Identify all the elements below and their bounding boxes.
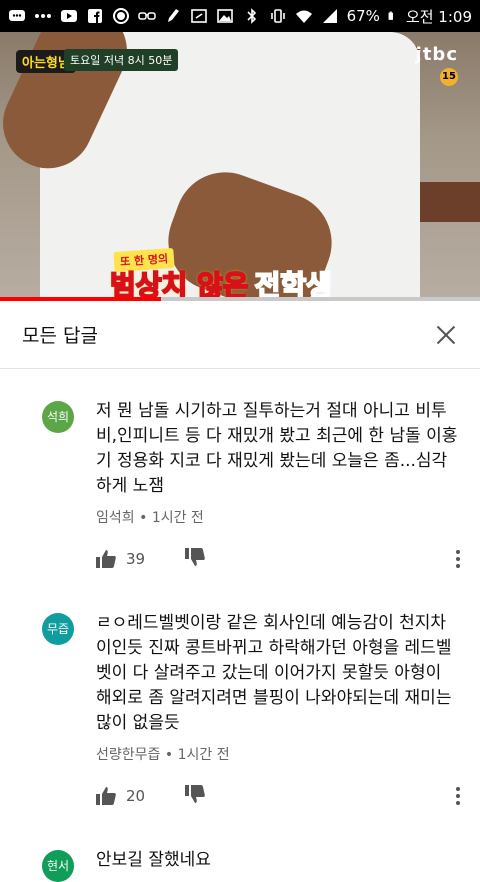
avatar[interactable]: 현서 bbox=[42, 850, 74, 882]
signal-icon bbox=[322, 9, 337, 23]
more-options-icon[interactable] bbox=[456, 550, 460, 568]
wifi-icon bbox=[295, 10, 312, 23]
comment-text: ㄹㅇ레드벨벳이랑 같은 회사인데 예능감이 천지차이인듯 진짜 콩트바뀌고 하락… bbox=[96, 613, 452, 733]
thumb-down-icon bbox=[185, 548, 205, 566]
bluetooth-icon bbox=[247, 8, 256, 24]
dislike-button[interactable] bbox=[185, 785, 205, 807]
facebook-icon bbox=[88, 9, 102, 23]
comment-time: 1시간 전 bbox=[177, 747, 230, 763]
like-button[interactable]: 20 bbox=[96, 787, 145, 805]
comment-text: 저 뭔 남돌 시기하고 질투하는거 절대 아니고 비투비,인피니트 등 다 재밌… bbox=[96, 401, 458, 496]
chat-icon bbox=[9, 10, 25, 21]
battery-percent: 67% bbox=[346, 7, 380, 25]
comment-item: 석희 저 뭔 남돌 시기하고 질투하는거 절대 아니고 비투비,인피니트 등 다 … bbox=[0, 369, 480, 581]
like-count: 20 bbox=[126, 787, 146, 805]
thumb-up-icon bbox=[96, 550, 116, 568]
replies-header: 모든 답글 bbox=[0, 301, 480, 369]
clock: 오전 1:09 bbox=[405, 7, 472, 26]
vibrate-icon bbox=[270, 9, 285, 23]
youtube-icon bbox=[61, 10, 77, 22]
caption: 범상치 않은 전학생 bbox=[109, 264, 333, 300]
screenshot-icon bbox=[191, 9, 207, 23]
comment-time: 1시간 전 bbox=[151, 510, 204, 526]
comment-item: 무즙 ㄹㅇ레드벨벳이랑 같은 회사인데 예능감이 천지차이인듯 진짜 콩트바뀌고 … bbox=[0, 581, 480, 818]
age-rating-badge: 15 bbox=[440, 68, 458, 86]
more-options-icon[interactable] bbox=[456, 787, 460, 805]
comment-item: 현서 안보길 잘했네요 bbox=[0, 818, 480, 882]
dislike-button[interactable] bbox=[185, 548, 205, 570]
like-count: 39 bbox=[126, 550, 146, 568]
comment-actions: 39 bbox=[96, 537, 460, 581]
thumb-up-icon bbox=[96, 787, 116, 805]
comment-actions: 20 bbox=[96, 774, 460, 818]
clean-icon bbox=[168, 9, 179, 22]
close-icon[interactable] bbox=[434, 323, 458, 347]
status-bar: 67% 오전 1:09 bbox=[0, 0, 480, 32]
more-icon bbox=[35, 14, 51, 18]
glasses-icon bbox=[138, 12, 156, 20]
comment-author[interactable]: 선량한무즙 bbox=[96, 747, 160, 763]
comment-list: 석희 저 뭔 남돌 시기하고 질투하는거 절대 아니고 비투비,인피니트 등 다 … bbox=[0, 369, 480, 882]
battery-icon bbox=[388, 11, 393, 20]
caption-white: 범상치 않은 bbox=[109, 268, 250, 300]
panel-title: 모든 답글 bbox=[22, 325, 98, 347]
video-player[interactable]: 아는형님 토요일 저녁 8시 50분 jtbc 15 또 한 명의 범상치 않은… bbox=[0, 32, 480, 300]
thumb-down-icon bbox=[185, 785, 205, 803]
airtime-badge: 토요일 저녁 8시 50분 bbox=[64, 49, 179, 71]
like-button[interactable]: 39 bbox=[96, 550, 145, 568]
gallery-icon bbox=[217, 9, 233, 23]
comment-meta: 임석희 • 1시간 전 bbox=[96, 510, 204, 526]
record-icon bbox=[113, 8, 129, 24]
comment-text: 안보길 잘했네요 bbox=[96, 850, 211, 870]
caption-red: 전학생 bbox=[254, 268, 333, 300]
avatar[interactable]: 석희 bbox=[42, 401, 74, 433]
comment-author[interactable]: 임석희 bbox=[96, 510, 135, 526]
channel-logo: jtbc bbox=[415, 44, 458, 65]
avatar[interactable]: 무즙 bbox=[42, 613, 74, 645]
comment-meta: 선량한무즙 • 1시간 전 bbox=[96, 747, 230, 763]
